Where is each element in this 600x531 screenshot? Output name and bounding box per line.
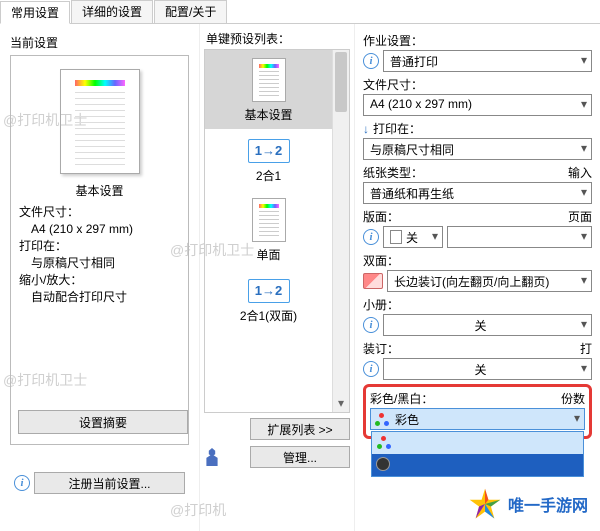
site-name: 唯一手游网 xyxy=(508,492,588,516)
binding-value: 关 xyxy=(474,363,486,377)
doc-size-label: 文件尺寸： xyxy=(363,76,423,93)
preview-caption: 基本设置 xyxy=(19,182,180,199)
duplex-icon xyxy=(363,273,383,289)
binding-select[interactable]: 关 xyxy=(383,358,592,380)
job-settings-value: 普通打印 xyxy=(390,55,438,69)
duplex-select[interactable]: 长边装订(向左翻页/向上翻页) xyxy=(387,270,592,292)
layout-thumb-icon xyxy=(390,230,402,244)
color-mode-select[interactable]: 彩色 xyxy=(370,408,585,430)
page-order-select[interactable] xyxy=(447,226,592,248)
tab-config[interactable]: 配置/关于 xyxy=(154,0,227,23)
down-arrow-icon: ↓ xyxy=(363,122,369,136)
preset-2in1[interactable]: 1→2 2合1 xyxy=(205,129,332,190)
duplex-label: 双面： xyxy=(363,252,399,269)
info-icon[interactable]: i xyxy=(14,475,30,491)
paper-type-select[interactable]: 普通纸和再生纸 xyxy=(363,182,592,204)
print-on-value: 与原稿尺寸相同 xyxy=(370,143,454,157)
color-option-bw[interactable] xyxy=(372,454,583,476)
booklet-label: 小册： xyxy=(363,296,399,313)
current-settings-label: 当前设置 xyxy=(10,34,189,51)
current-settings-box: 基本设置 文件尺寸： A4 (210 x 297 mm) 打印在： 与原稿尺寸相… xyxy=(10,55,189,445)
color-mode-dropdown xyxy=(371,431,584,477)
doc-size-value: A4 (210 x 297 mm) xyxy=(370,97,472,111)
preset-simplex[interactable]: 单面 xyxy=(205,190,332,269)
preset-2in1-duplex[interactable]: 1→2 2合1(双面) xyxy=(205,269,332,330)
preset-glyph-icon: 1→2 xyxy=(248,139,290,163)
doc-size-select[interactable]: A4 (210 x 297 mm) xyxy=(363,94,592,116)
info-icon[interactable]: i xyxy=(363,53,379,69)
summary-scale-value: 自动配合打印尺寸 xyxy=(19,290,180,305)
preset-thumb-icon xyxy=(252,198,286,242)
preset-basic-label: 基本设置 xyxy=(205,106,332,123)
tab-detail[interactable]: 详细的设置 xyxy=(71,0,153,23)
site-watermark: 唯一手游网 xyxy=(468,487,588,521)
duplex-value: 长边装订(向左翻页/向上翻页) xyxy=(394,275,549,289)
scroll-thumb[interactable] xyxy=(335,52,347,112)
page-order-label: 页面 xyxy=(568,208,592,225)
copies-label: 份数 xyxy=(561,390,585,407)
print-on-select[interactable]: 与原稿尺寸相同 xyxy=(363,138,592,160)
booklet-value: 关 xyxy=(474,319,486,333)
settings-summary: 文件尺寸： A4 (210 x 297 mm) 打印在： 与原稿尺寸相同 缩小/… xyxy=(19,205,180,305)
summary-docsize-label: 文件尺寸： xyxy=(19,205,180,220)
scroll-down-icon[interactable]: ▾ xyxy=(333,396,349,412)
preset-2in1-duplex-label: 2合1(双面) xyxy=(205,307,332,324)
summary-scale-label: 缩小/放大： xyxy=(19,273,180,288)
summary-printon-label: 打印在： xyxy=(19,239,180,254)
paper-type-value: 普通纸和再生纸 xyxy=(370,187,454,201)
preset-basic[interactable]: 基本设置 xyxy=(205,50,332,129)
star-icon xyxy=(468,487,502,521)
binding-label: 装订： xyxy=(363,340,399,357)
color-icon xyxy=(375,413,389,427)
summary-printon-value: 与原稿尺寸相同 xyxy=(19,256,180,271)
preset-listbox: 基本设置 1→2 2合1 单面 1→2 2合1(双面) ▴ ▾ xyxy=(204,49,350,413)
binding-side-label: 打 xyxy=(580,340,592,357)
page-preview xyxy=(60,69,140,174)
person-icon xyxy=(204,448,220,466)
job-settings-label: 作业设置： xyxy=(363,32,423,49)
tab-bar: 常用设置 详细的设置 配置/关于 xyxy=(0,0,600,24)
manage-button[interactable]: 管理... xyxy=(250,446,350,468)
input-tray-label: 输入 xyxy=(568,164,592,181)
preset-scrollbar[interactable]: ▴ ▾ xyxy=(332,50,349,412)
print-on-label: 打印在： xyxy=(373,120,421,137)
layout-value: 关 xyxy=(406,229,418,246)
color-highlight-box: 彩色/黑白： 份数 彩色 xyxy=(363,384,592,439)
paper-type-label: 纸张类型： xyxy=(363,164,423,181)
tab-common[interactable]: 常用设置 xyxy=(0,1,70,24)
preset-2in1-label: 2合1 xyxy=(205,167,332,184)
register-settings-button[interactable]: 注册当前设置... xyxy=(34,472,185,494)
info-icon[interactable]: i xyxy=(363,317,379,333)
info-icon[interactable]: i xyxy=(363,229,379,245)
info-icon[interactable]: i xyxy=(363,361,379,377)
preset-simplex-label: 单面 xyxy=(205,246,332,263)
color-mode-label: 彩色/黑白： xyxy=(370,390,433,407)
preset-glyph-icon: 1→2 xyxy=(248,279,290,303)
settings-summary-button[interactable]: 设置摘要 xyxy=(18,410,188,434)
layout-label: 版面： xyxy=(363,208,399,225)
color-mode-value: 彩色 xyxy=(395,413,419,427)
job-settings-select[interactable]: 普通打印 xyxy=(383,50,592,72)
preset-list-label: 单键预设列表： xyxy=(200,24,354,49)
color-icon xyxy=(377,436,391,450)
summary-docsize-value: A4 (210 x 297 mm) xyxy=(19,222,180,237)
booklet-select[interactable]: 关 xyxy=(383,314,592,336)
preset-thumb-icon xyxy=(252,58,286,102)
expand-list-button[interactable]: 扩展列表 >> xyxy=(250,418,350,440)
color-option-color[interactable] xyxy=(372,432,583,454)
